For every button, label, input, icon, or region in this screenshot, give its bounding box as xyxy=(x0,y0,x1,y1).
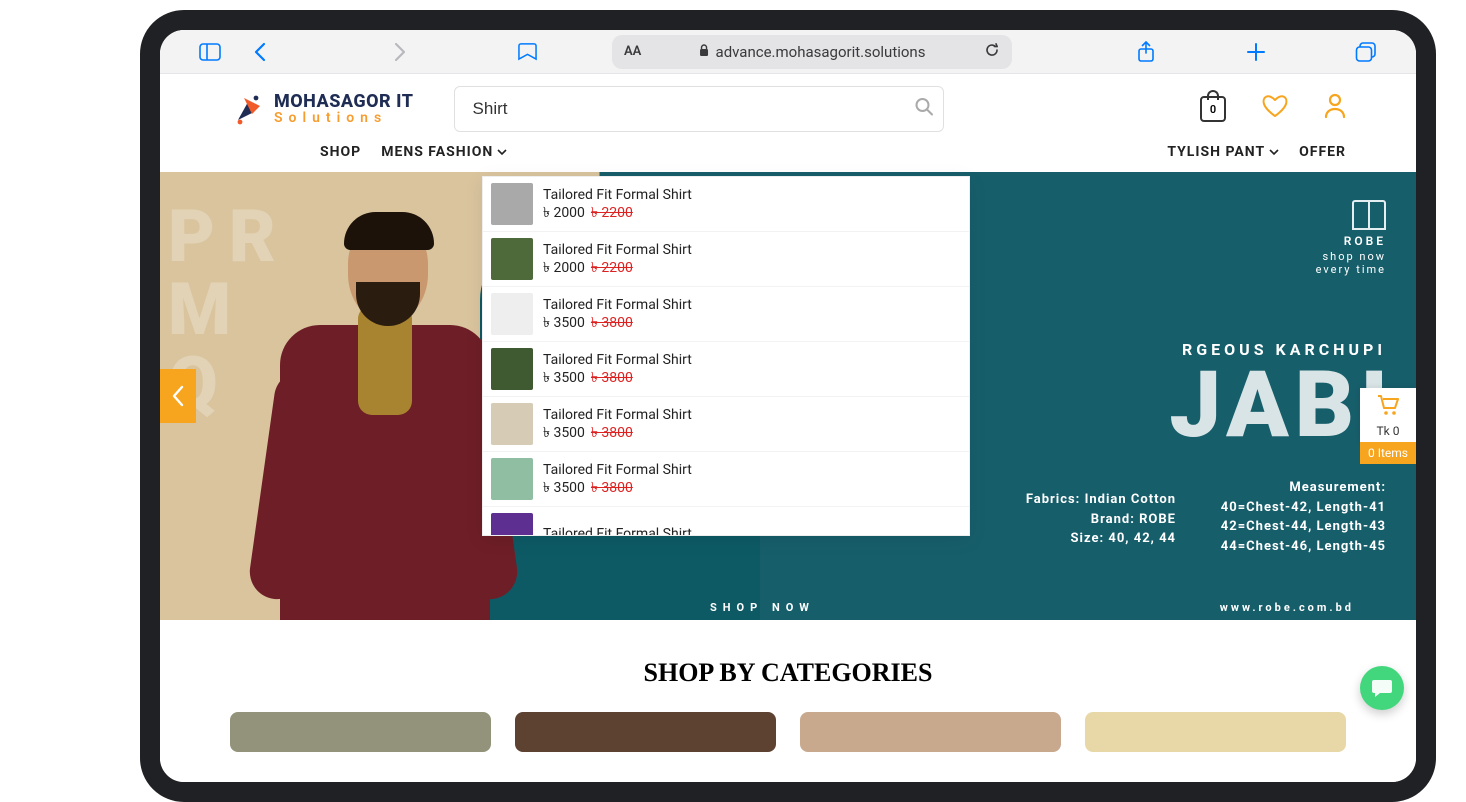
nav-offer[interactable]: OFFER xyxy=(1299,144,1346,160)
tabs-overview-icon[interactable] xyxy=(1346,32,1386,72)
back-button[interactable] xyxy=(240,32,280,72)
search-suggestion-item[interactable]: Tailored Fit Formal Shirt৳ 3500 ৳ 3800 xyxy=(483,452,969,507)
hero-brand-tag1: shop now xyxy=(1316,250,1386,263)
main-nav: SHOP MENS FASHION TYLISH PANT OFFER xyxy=(160,144,1416,172)
category-cards xyxy=(160,712,1416,752)
suggestion-old-price: ৳ 3800 xyxy=(591,314,633,332)
suggestion-title: Tailored Fit Formal Shirt xyxy=(543,351,692,369)
new-tab-icon[interactable] xyxy=(1236,32,1276,72)
camera-notch xyxy=(784,16,792,24)
suggestion-title: Tailored Fit Formal Shirt xyxy=(543,296,692,314)
carousel-prev-button[interactable] xyxy=(160,369,196,423)
bag-count: 0 xyxy=(1210,103,1216,116)
browser-toolbar: AA advance.mohasagorit.solutions xyxy=(160,30,1416,74)
search-suggestion-item[interactable]: Tailored Fit Formal Shirt৳ 3500 ৳ 3800 xyxy=(483,397,969,452)
nav-stylish-pant[interactable]: TYLISH PANT xyxy=(1167,144,1279,160)
search-suggestion-item[interactable]: Tailored Fit Formal Shirt৳ 3500 ৳ 3800 xyxy=(483,287,969,342)
search-suggestion-item[interactable]: Tailored Fit Formal Shirt৳ 3500 ৳ 3800 xyxy=(483,342,969,397)
suggestion-title: Tailored Fit Formal Shirt xyxy=(543,461,692,479)
share-icon[interactable] xyxy=(1126,32,1166,72)
nav-mens-fashion[interactable]: MENS FASHION xyxy=(381,144,507,160)
hero-shop-now[interactable]: SHOP NOW xyxy=(710,601,815,614)
logo-line1: MOHASAGOR IT xyxy=(274,93,414,111)
sidebar-toggle-icon[interactable] xyxy=(190,32,230,72)
bookmarks-icon[interactable] xyxy=(510,32,550,72)
suggestion-thumb xyxy=(491,183,533,225)
chevron-down-icon xyxy=(497,145,507,159)
suggestion-old-price: ৳ 2200 xyxy=(591,204,633,222)
url-text: advance.mohasagorit.solutions xyxy=(716,43,926,61)
suggestion-thumb xyxy=(491,293,533,335)
cart-icon xyxy=(1360,394,1416,422)
suggestion-price: ৳ 2000 xyxy=(543,259,585,277)
suggestion-old-price: ৳ 2200 xyxy=(591,259,633,277)
logo-line2: Solutions xyxy=(274,111,414,125)
search-box xyxy=(454,86,944,132)
hero-brand-tag2: every time xyxy=(1316,263,1386,276)
suggestion-price: ৳ 3500 xyxy=(543,314,585,332)
suggestion-thumb xyxy=(491,348,533,390)
brand-logo-icon xyxy=(1352,200,1386,230)
search-input[interactable] xyxy=(454,86,944,132)
search-suggestions: Tailored Fit Formal Shirt৳ 2000৳ 2200Tai… xyxy=(482,176,970,536)
bag-icon[interactable]: 0 xyxy=(1200,96,1226,122)
screen: AA advance.mohasagorit.solutions xyxy=(160,30,1416,782)
site-header: MOHASAGOR IT Solutions 0 xyxy=(160,74,1416,144)
category-card[interactable] xyxy=(800,712,1061,752)
categories-heading: SHOP BY CATEGORIES xyxy=(160,658,1416,688)
hero-spec-right: Measurement: 40=Chest-42, Length-41 42=C… xyxy=(1221,478,1386,556)
mini-cart-amount: Tk 0 xyxy=(1360,424,1416,438)
chevron-down-icon xyxy=(1269,145,1279,159)
suggestion-price: ৳ 3500 xyxy=(543,479,585,497)
suggestion-thumb xyxy=(491,238,533,280)
category-card[interactable] xyxy=(515,712,776,752)
device-frame: AA advance.mohasagorit.solutions xyxy=(140,10,1436,802)
suggestion-price: ৳ 2000 xyxy=(543,204,585,222)
reload-icon[interactable] xyxy=(984,42,1000,62)
suggestion-thumb xyxy=(491,403,533,445)
reader-aa-label[interactable]: AA xyxy=(624,44,641,59)
suggestion-price: ৳ 3500 xyxy=(543,369,585,387)
suggestion-title: Tailored Fit Formal Shirt xyxy=(543,525,692,536)
search-icon[interactable] xyxy=(914,97,934,122)
logo-text: MOHASAGOR IT Solutions xyxy=(274,93,414,125)
suggestion-title: Tailored Fit Formal Shirt xyxy=(543,186,692,204)
chat-widget-button[interactable] xyxy=(1360,666,1404,710)
site-logo[interactable]: MOHASAGOR IT Solutions xyxy=(230,90,414,128)
wishlist-icon[interactable] xyxy=(1262,94,1288,124)
suggestion-title: Tailored Fit Formal Shirt xyxy=(543,241,692,259)
search-suggestion-item[interactable]: Tailored Fit Formal Shirt৳ 2000 ৳ 2200 xyxy=(483,177,969,232)
hero-brand-url: www.robe.com.bd xyxy=(1220,601,1354,614)
logo-mark-icon xyxy=(230,90,268,128)
hero-brand-block: ROBE shop now every time xyxy=(1316,200,1386,276)
suggestion-thumb xyxy=(491,458,533,500)
header-icons: 0 xyxy=(1200,93,1346,125)
lock-icon xyxy=(699,43,710,61)
mini-cart[interactable]: Tk 0 0 Items xyxy=(1360,388,1416,464)
forward-button[interactable] xyxy=(380,32,420,72)
account-icon[interactable] xyxy=(1324,93,1346,125)
nav-shop[interactable]: SHOP xyxy=(320,144,361,160)
suggestion-thumb xyxy=(491,513,533,536)
hero-brand-name: ROBE xyxy=(1316,234,1386,248)
address-bar[interactable]: AA advance.mohasagorit.solutions xyxy=(612,35,1012,69)
search-suggestion-item[interactable]: Tailored Fit Formal Shirt xyxy=(483,507,969,536)
search-suggestion-item[interactable]: Tailored Fit Formal Shirt৳ 2000 ৳ 2200 xyxy=(483,232,969,287)
hero-spec-left: Fabrics: Indian Cotton Brand: ROBE Size:… xyxy=(1026,490,1176,549)
suggestion-price: ৳ 3500 xyxy=(543,424,585,442)
mini-cart-items: 0 Items xyxy=(1360,442,1416,464)
suggestion-old-price: ৳ 3800 xyxy=(591,424,633,442)
category-card[interactable] xyxy=(230,712,491,752)
suggestion-old-price: ৳ 3800 xyxy=(591,479,633,497)
suggestion-title: Tailored Fit Formal Shirt xyxy=(543,406,692,424)
category-card[interactable] xyxy=(1085,712,1346,752)
suggestion-old-price: ৳ 3800 xyxy=(591,369,633,387)
